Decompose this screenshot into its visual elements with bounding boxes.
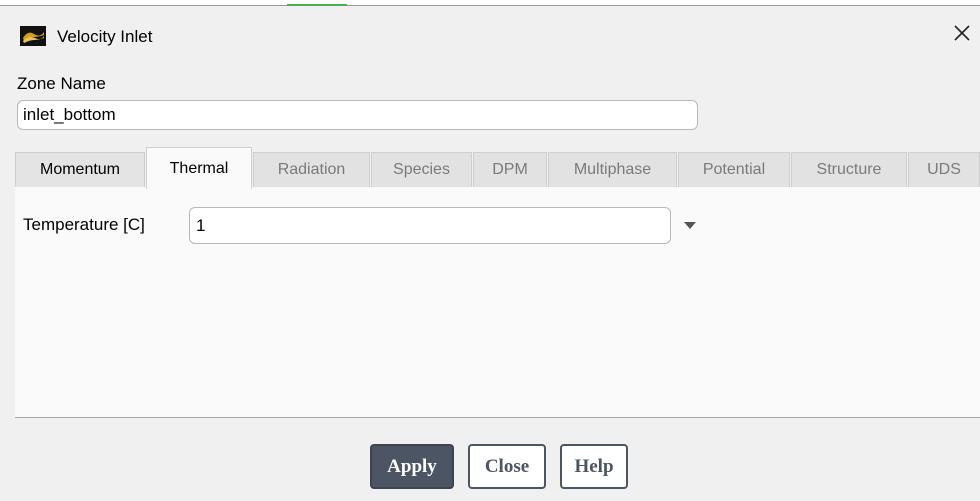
apply-button[interactable]: Apply <box>370 444 454 489</box>
temperature-label: Temperature [C] <box>23 215 145 234</box>
temperature-input[interactable] <box>189 207 671 244</box>
ansys-fluent-icon <box>20 26 46 46</box>
dialog-titlebar: Velocity Inlet <box>0 6 980 64</box>
thermal-tab-panel: Temperature [C] <box>15 187 980 417</box>
tab-uds[interactable]: UDS <box>908 152 980 187</box>
tab-species[interactable]: Species <box>371 152 472 187</box>
tab-bar: Momentum Thermal Radiation Species DPM M… <box>15 147 980 189</box>
tab-radiation[interactable]: Radiation <box>253 152 370 187</box>
tab-structure[interactable]: Structure <box>791 152 907 187</box>
close-icon[interactable] <box>951 22 973 44</box>
tab-multiphase[interactable]: Multiphase <box>548 152 677 187</box>
tab-momentum[interactable]: Momentum <box>15 152 145 187</box>
chevron-down-icon[interactable] <box>683 221 697 230</box>
tab-dpm[interactable]: DPM <box>473 152 547 187</box>
zone-name-label: Zone Name <box>17 74 106 93</box>
dialog-title: Velocity Inlet <box>57 27 153 46</box>
help-button[interactable]: Help <box>560 444 628 489</box>
close-button[interactable]: Close <box>468 444 546 489</box>
button-separator <box>15 417 980 418</box>
zone-name-input[interactable] <box>17 100 698 130</box>
tab-thermal[interactable]: Thermal <box>146 147 252 189</box>
tab-potential[interactable]: Potential <box>678 152 790 187</box>
